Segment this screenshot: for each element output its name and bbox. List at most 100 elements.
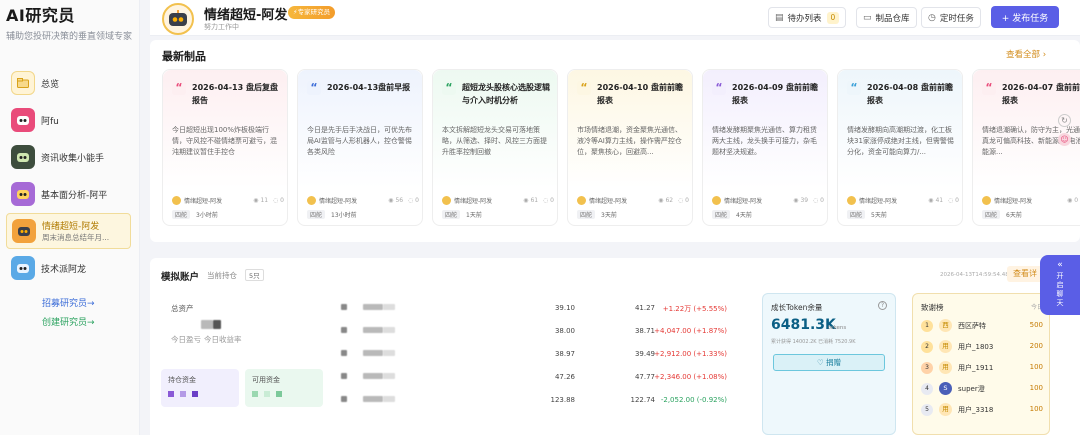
product-card[interactable]: “ 2026-04-10 盘前前瞻报表 市场情绪退潮，资金聚焦光通信、液冷等AI…	[567, 69, 693, 226]
sidebar-item-label: 技术派阿龙	[41, 264, 87, 275]
rank-badge: 3	[921, 362, 933, 374]
donation-value: 100	[1029, 363, 1043, 371]
today-return-label: 今日收益率	[204, 335, 242, 344]
holding-funds-label: 持仓资金	[168, 376, 196, 384]
publish-task-button[interactable]: + 发布任务	[991, 6, 1059, 28]
leaderboard-list: 1 西 西区萨特 500 2 用 用户_1803 200 3 用 用户_1911…	[921, 316, 1047, 421]
available-funds-label: 可用资金	[252, 376, 280, 384]
todo-label: 待办列表	[787, 13, 822, 24]
stock-name	[341, 396, 396, 404]
user-name: 西区萨特	[958, 322, 986, 330]
robot-icon	[11, 145, 35, 169]
card-footer: 情绪超短-阿发 ◉ 41 ◌ 0 四舵 5天前	[847, 196, 959, 219]
avatar: S	[939, 382, 952, 395]
open-chat-label: 开启聊天	[1056, 272, 1064, 307]
holdings-count: 5只	[245, 269, 264, 281]
token-card: 成长Token余量 ? 6481.3K tokens 累计获得 14002.2K…	[762, 293, 896, 435]
donation-value: 200	[1029, 342, 1043, 350]
sidebar-item-label: 资讯收集小能手	[41, 153, 105, 164]
comment-count: 0	[415, 197, 419, 204]
todo-button[interactable]: ▤ 待办列表 0	[768, 7, 847, 28]
comment-icon: ◌	[813, 197, 819, 204]
holding-funds-value	[168, 391, 204, 397]
view-detail-button[interactable]: 查看详	[1007, 266, 1043, 282]
card-summary: 市场情绪退潮，资金聚焦光通信、液冷等AI算力主线，操作需严控仓位，聚焦核心，回避…	[577, 126, 682, 156]
user-name: super澄	[958, 385, 985, 393]
card-title: 2026-04-10 盘前前瞻报表	[597, 83, 683, 105]
refresh-icon[interactable]: ↻	[1058, 114, 1071, 127]
card-footer: 情绪超短-阿发 ◉ 0 ◌ 0 四舵 6天前	[982, 196, 1080, 219]
total-assets-value	[201, 320, 221, 331]
available-funds-box: 可用资金	[245, 369, 323, 407]
card-stats: ◉ 11 ◌ 0	[253, 197, 284, 204]
eye-icon: ◉	[658, 197, 664, 204]
schedule-label: 定时任务	[939, 13, 974, 24]
card-time: 4天前	[736, 212, 752, 219]
stock-name	[341, 304, 396, 312]
list-item: 2 用 用户_1803 200	[921, 337, 1047, 358]
schedule-button[interactable]: ◷ 定时任务	[921, 7, 981, 28]
token-summary: 累计获得 14002.2K 已消耗 7520.9K	[771, 339, 856, 345]
user-name: 用户_1911	[958, 364, 994, 372]
leaderboard-title: 致谢榜	[921, 303, 944, 312]
create-link[interactable]: 创建研究员→	[42, 315, 139, 328]
comment-count: 0	[955, 197, 959, 204]
eye-icon: ◉	[928, 197, 934, 204]
sidebar-item-label: 总览	[41, 79, 60, 90]
sidebar-item-overview[interactable]: 总览	[6, 65, 131, 101]
user-icon[interactable]: ☺	[1058, 133, 1071, 146]
sidebar-item-label: 情绪超短-阿发	[42, 222, 100, 232]
expert-badge: ⚡专家研究员	[288, 6, 336, 19]
sidebar-item-news[interactable]: 资讯收集小能手	[6, 139, 131, 175]
rank-badge: 2	[921, 341, 933, 353]
current-price: 47.77	[634, 373, 655, 381]
cost-price: 38.00	[554, 327, 575, 335]
current-price: 39.49	[634, 350, 655, 358]
eye-icon: ◉	[793, 197, 799, 204]
sidebar-item-label: 阿fu	[41, 116, 59, 127]
card-tag: 四舵	[982, 210, 1001, 219]
comment-count: 0	[685, 197, 689, 204]
today-pnl-label: 今日盈亏	[171, 335, 201, 344]
clock-icon: ◷	[928, 12, 936, 23]
sidebar-item-technical[interactable]: 技术派阿龙	[6, 250, 131, 286]
card-tag: 四舵	[307, 210, 326, 219]
status-text: 努力工作中	[204, 23, 239, 31]
view-all-link[interactable]: 查看全部 ›	[1006, 48, 1046, 60]
robot-icon	[11, 256, 35, 280]
cost-price: 38.97	[554, 350, 575, 358]
view-count: 62	[665, 197, 674, 204]
folder-icon	[11, 71, 35, 95]
recruit-link[interactable]: 招募研究员→	[42, 296, 139, 309]
card-tag: 四舵	[172, 210, 191, 219]
sidebar-item-afu[interactable]: 阿fu	[6, 102, 131, 138]
sidebar-item-fundamental[interactable]: 基本面分析-阿平	[6, 176, 131, 212]
view-count: 0	[1074, 197, 1079, 204]
comment-icon: ◌	[408, 197, 414, 204]
card-stats: ◉ 62 ◌ 0	[658, 197, 689, 204]
product-card[interactable]: “ 超短龙头股核心选股逻辑与介入时机分析 本文拆解超短龙头交易可落地策略，从筛选…	[432, 69, 558, 226]
current-price: 41.27	[634, 304, 655, 312]
product-card[interactable]: “ 2026-04-08 盘前前瞻报表 情绪发酵期向高潮期过渡，化工板块31家涨…	[837, 69, 963, 226]
card-stats: ◉ 41 ◌ 0	[928, 197, 959, 204]
list-item: 4 S super澄 100	[921, 379, 1047, 400]
sidebar-item-emotion[interactable]: 情绪超短-阿发 周末消息总结年月...	[6, 213, 131, 249]
comment-icon: ◌	[678, 197, 684, 204]
card-footer: 情绪超短-阿发 ◉ 62 ◌ 0 四舵 3天前	[577, 196, 689, 219]
section-title: 模拟账户	[161, 272, 200, 283]
card-stats: ◉ 39 ◌ 0	[793, 197, 824, 204]
card-summary: 情绪发酵期聚焦光通信、算力租赁两大主线，龙头换手可接力，杂毛题材坚决规避。	[712, 126, 817, 156]
quote-icon: “	[172, 81, 186, 95]
product-card[interactable]: “ 2026-04-13盘前早报 今日是先手后手决战日，可优先布局AI监管与人形…	[297, 69, 423, 226]
warehouse-button[interactable]: ▭ 制品仓库	[856, 7, 917, 28]
position-pnl: +1.22万 (+5.55%)	[662, 305, 727, 313]
product-card[interactable]: “ 2026-04-09 盘前前瞻报表 情绪发酵期聚焦光通信、算力租赁两大主线，…	[702, 69, 828, 226]
donate-button[interactable]: ♡ 捐赠	[773, 354, 885, 371]
card-summary: 本文拆解超短龙头交易可落地策略，从筛选、择时、风控三方面提升胜率控制回撤	[442, 126, 547, 156]
open-chat-tab[interactable]: « 开启聊天	[1040, 255, 1080, 315]
product-card[interactable]: “ 2026-04-13 盘后复盘报告 今日超短出现100%炸板极端行情，守风控…	[162, 69, 288, 226]
current-price: 38.71	[634, 327, 655, 335]
robot-icon	[12, 219, 36, 243]
help-icon[interactable]: ?	[878, 301, 887, 310]
view-count: 61	[530, 197, 539, 204]
